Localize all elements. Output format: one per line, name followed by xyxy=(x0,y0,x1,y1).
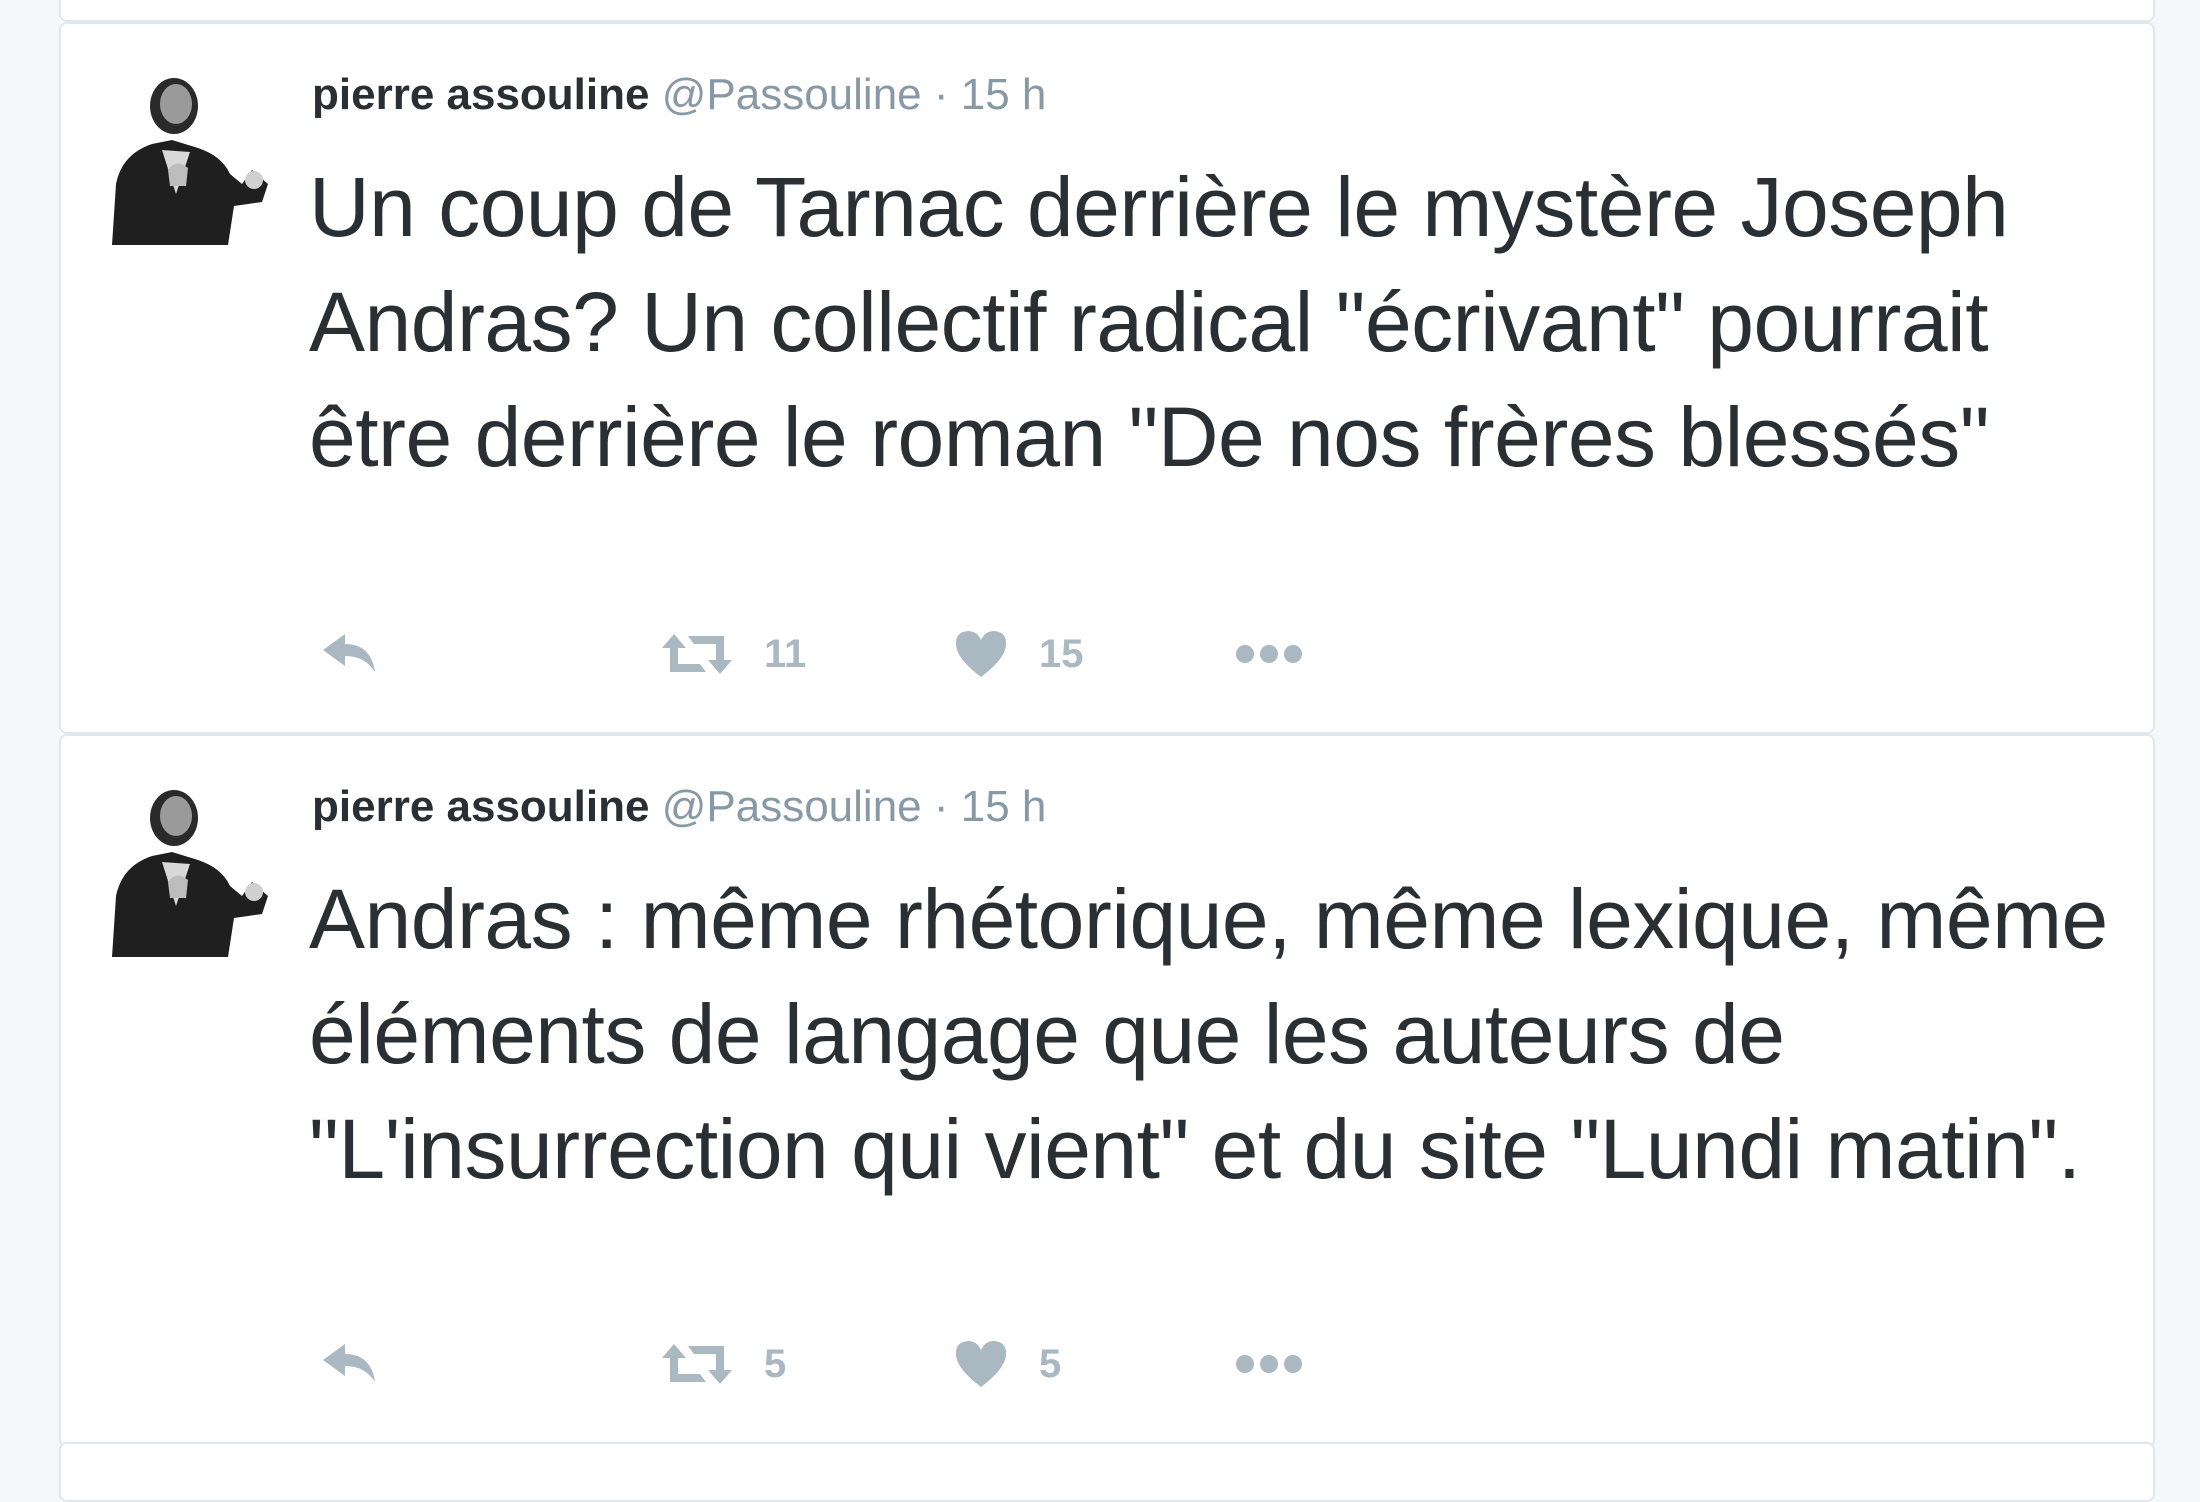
author-photo-icon xyxy=(102,74,273,245)
reply-button[interactable] xyxy=(319,1334,379,1394)
tweet-text: Andras : même rhétorique, même lexique, … xyxy=(309,872,2108,1196)
like-button[interactable]: 5 xyxy=(953,1334,1061,1394)
more-dots-icon xyxy=(1236,1355,1302,1373)
heart-icon xyxy=(955,1341,1007,1387)
author-avatar[interactable] xyxy=(102,74,273,245)
author-handle[interactable]: @Passouline xyxy=(662,70,922,119)
header-separator: · xyxy=(933,782,949,831)
more-button[interactable] xyxy=(1234,1334,1304,1394)
retweet-icon xyxy=(662,1344,732,1384)
tweet-header: pierre assouline @Passouline · 15 h xyxy=(312,779,1046,835)
heart-icon xyxy=(955,631,1007,677)
tweet-card[interactable]: pierre assouline @Passouline · 15 h Un c… xyxy=(59,22,2155,734)
reply-icon xyxy=(323,634,375,672)
like-count: 15 xyxy=(1039,631,1084,676)
author-name[interactable]: pierre assouline xyxy=(312,782,649,831)
author-photo-icon xyxy=(102,786,273,957)
timeline: pierre assouline @Passouline · 15 h Un c… xyxy=(59,0,2157,1502)
author-avatar[interactable] xyxy=(102,786,273,957)
author-name[interactable]: pierre assouline xyxy=(312,70,649,119)
like-button[interactable]: 15 xyxy=(953,624,1084,684)
reply-button[interactable] xyxy=(319,624,379,684)
previous-tweet-card[interactable] xyxy=(59,0,2155,22)
retweet-count: 11 xyxy=(764,631,807,676)
tweet-text: Un coup de Tarnac derrière le mystère Jo… xyxy=(309,160,2009,484)
more-dots-icon xyxy=(1236,645,1302,663)
like-count: 5 xyxy=(1039,1341,1062,1386)
retweet-button[interactable]: 5 xyxy=(660,1334,786,1394)
retweet-button[interactable]: 11 xyxy=(660,624,806,684)
tweet-card[interactable]: pierre assouline @Passouline · 15 h Andr… xyxy=(59,734,2155,1448)
author-handle[interactable]: @Passouline xyxy=(662,782,922,831)
tweet-timestamp[interactable]: 15 h xyxy=(961,782,1047,831)
more-button[interactable] xyxy=(1234,624,1304,684)
retweet-count: 5 xyxy=(764,1341,787,1386)
tweet-timestamp[interactable]: 15 h xyxy=(961,70,1047,119)
reply-icon xyxy=(323,1344,375,1382)
tweet-header: pierre assouline @Passouline · 15 h xyxy=(312,67,1046,123)
retweet-icon xyxy=(662,634,732,674)
header-separator: · xyxy=(933,70,949,119)
next-tweet-card[interactable] xyxy=(59,1442,2155,1502)
